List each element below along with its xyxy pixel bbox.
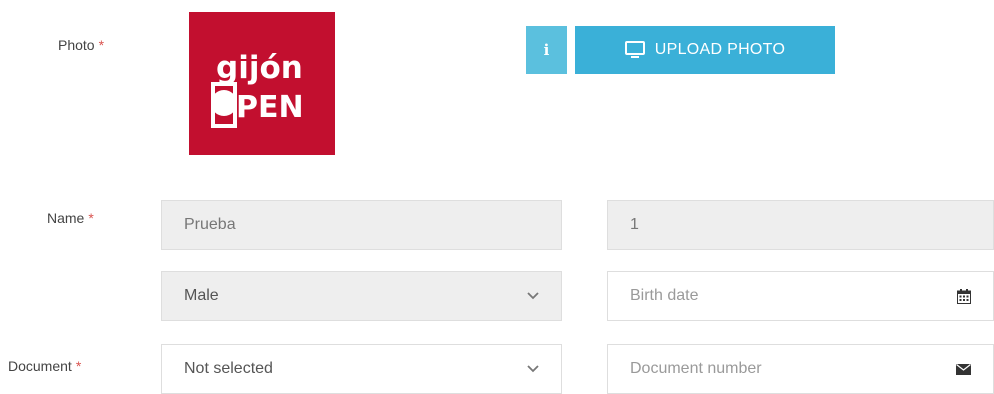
info-icon: i: [543, 41, 550, 59]
birth-date-field[interactable]: Birth date: [607, 271, 994, 321]
gijon-open-logo: gijón PEN: [211, 50, 304, 128]
gender-value: Male: [184, 287, 219, 304]
chevron-down-icon: [527, 292, 539, 300]
chevron-down-icon: [527, 365, 539, 373]
upload-photo-label: UPLOAD PHOTO: [654, 41, 786, 58]
logo-text-top: gijón: [216, 50, 303, 86]
required-mark: *: [98, 37, 105, 53]
document-label: Document *: [8, 358, 81, 374]
document-number-placeholder: Document number: [630, 360, 762, 377]
photo-preview: gijón PEN: [189, 12, 335, 155]
document-type-value: Not selected: [184, 360, 273, 377]
birth-date-placeholder: Birth date: [630, 287, 699, 304]
document-label-text: Document: [8, 358, 72, 374]
envelope-icon: [956, 363, 971, 375]
name-label-text: Name: [47, 210, 85, 226]
logo-circle: [211, 90, 237, 116]
calendar-icon[interactable]: [957, 288, 971, 304]
required-mark: *: [88, 210, 94, 226]
gender-select[interactable]: Male: [161, 271, 562, 321]
document-type-select[interactable]: Not selected: [161, 344, 562, 394]
upload-photo-button[interactable]: UPLOAD PHOTO: [575, 26, 835, 74]
name-field[interactable]: Prueba: [161, 200, 562, 250]
name-secondary-value: 1: [630, 216, 639, 233]
logo-text-bottom: PEN: [236, 90, 304, 125]
document-number-field[interactable]: Document number: [607, 344, 994, 394]
monitor-icon: [624, 41, 645, 59]
photo-label-text: Photo: [58, 37, 95, 53]
required-mark: *: [75, 358, 82, 374]
name-label: Name *: [47, 210, 94, 226]
info-button[interactable]: i: [526, 26, 567, 74]
name-value: Prueba: [184, 216, 236, 233]
name-secondary-field[interactable]: 1: [607, 200, 994, 250]
photo-label: Photo *: [58, 37, 104, 53]
